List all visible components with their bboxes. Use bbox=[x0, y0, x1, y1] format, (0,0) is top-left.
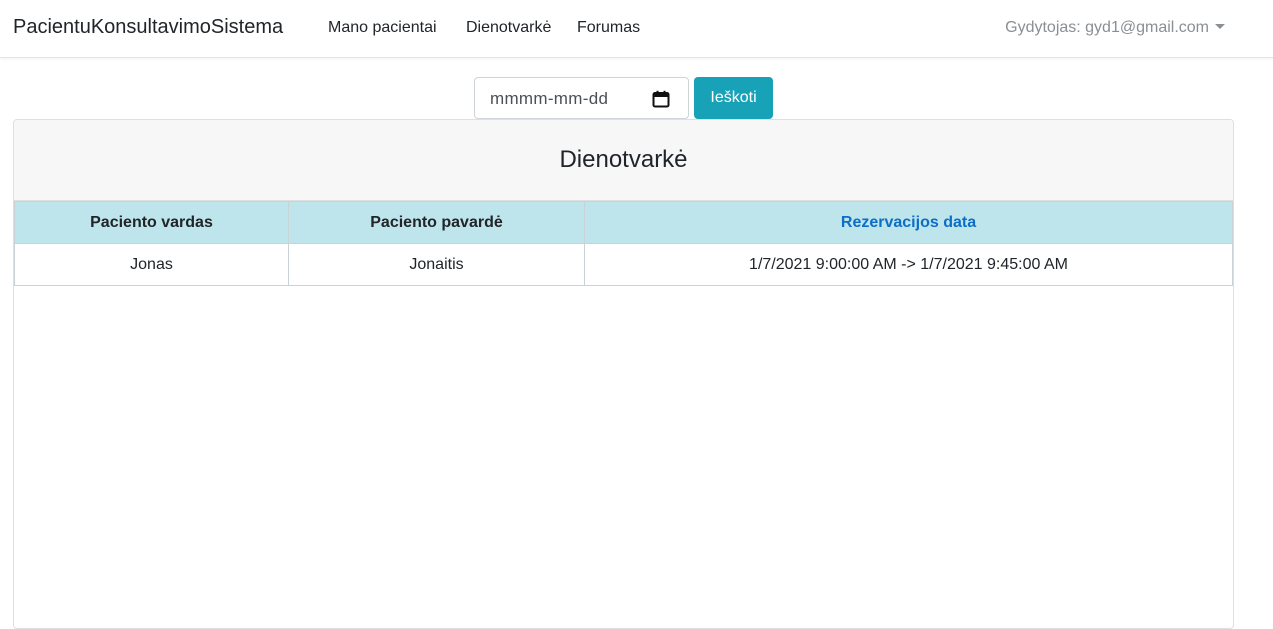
schedule-table: Paciento vardas Paciento pavardė Rezerva… bbox=[14, 201, 1233, 286]
column-header-last-name: Paciento pavardė bbox=[288, 201, 585, 244]
calendar-icon[interactable] bbox=[652, 90, 670, 108]
cell-reservation-date: 1/7/2021 9:00:00 AM -> 1/7/2021 9:45:00 … bbox=[584, 243, 1233, 286]
search-button[interactable]: Ieškoti bbox=[694, 77, 773, 119]
navbar: PacientuKonsultavimoSistema Mano pacient… bbox=[0, 0, 1273, 58]
date-input-placeholder: mmmm-mm-dd bbox=[490, 89, 609, 108]
date-input[interactable]: mmmm-mm-dd bbox=[474, 77, 689, 119]
brand-link[interactable]: PacientuKonsultavimoSistema bbox=[13, 16, 283, 39]
nav-link-schedule[interactable]: Dienotvarkė bbox=[466, 19, 551, 37]
nav-link-forum[interactable]: Forumas bbox=[577, 19, 640, 37]
card-header: Dienotvarkė bbox=[14, 120, 1233, 201]
user-menu-dropdown[interactable]: Gydytojas: gyd1@gmail.com bbox=[1005, 19, 1225, 37]
table-row: Jonas Jonaitis 1/7/2021 9:00:00 AM -> 1/… bbox=[14, 243, 1233, 286]
card-title: Dienotvarkė bbox=[559, 146, 688, 173]
table-header-row: Paciento vardas Paciento pavardė Rezerva… bbox=[14, 201, 1233, 244]
chevron-down-icon bbox=[1215, 24, 1225, 29]
nav-link-my-patients[interactable]: Mano pacientai bbox=[328, 19, 437, 37]
column-header-first-name: Paciento vardas bbox=[14, 201, 289, 244]
cell-first-name: Jonas bbox=[14, 243, 289, 286]
cell-last-name: Jonaitis bbox=[288, 243, 585, 286]
column-header-reservation-date[interactable]: Rezervacijos data bbox=[584, 201, 1233, 244]
user-menu-label: Gydytojas: gyd1@gmail.com bbox=[1005, 19, 1209, 36]
schedule-card: Dienotvarkė Paciento vardas Paciento pav… bbox=[13, 119, 1234, 629]
